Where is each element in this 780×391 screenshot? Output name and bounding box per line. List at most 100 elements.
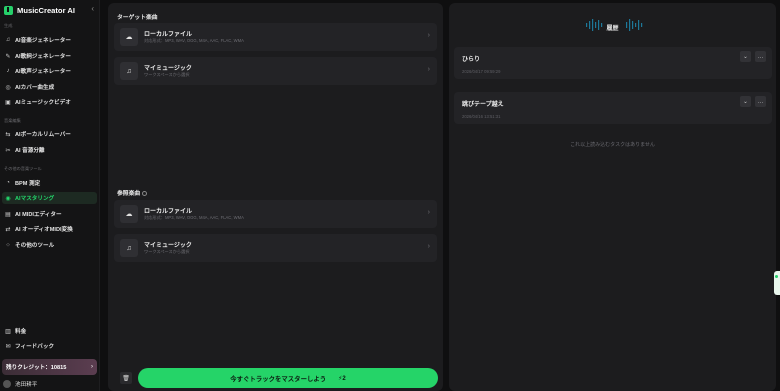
credit-cost-value: 2: [342, 375, 346, 382]
sidebar-item-midi-editor[interactable]: ▤ AI MIDIエディター: [2, 208, 97, 220]
sidebar-item-ai-vocal[interactable]: ♪ AI歌声ジェネレーター: [2, 65, 97, 77]
target-my-music-card[interactable]: ♫ マイミュージック ワークスペースから選択 ›: [114, 57, 437, 85]
chevron-down-icon[interactable]: ⌄: [740, 96, 751, 107]
sidebar-item-label: フィードバック: [15, 344, 55, 350]
action-bar: 🗑 今すぐトラックをマスターしよう ⚡2: [114, 368, 438, 388]
credits-banner[interactable]: 残りクレジット：10815 ›: [2, 359, 97, 375]
bpm-icon: ◔: [6, 180, 10, 186]
history-item-title: ひらり: [462, 57, 481, 63]
app-root: MusicCreator AI ‹ 生成 ♫ AI音楽ジェネレーター ✎ AI歌…: [0, 0, 780, 391]
avatar: [3, 380, 11, 388]
vocal-remover-icon: ⇆: [5, 131, 11, 138]
credit-cost: ⚡2: [338, 375, 346, 382]
music-note-icon: ♫: [5, 37, 11, 43]
pen-icon: ✎: [5, 53, 11, 60]
user-profile[interactable]: 池田耕平: [3, 380, 37, 388]
stem-split-icon: ✂: [5, 147, 11, 154]
upload-cloud-icon: ☁: [120, 28, 138, 46]
target-local-file-card[interactable]: ☁ ローカルファイル 対応形式：MP3, WAV, OGG, M4A, AAC,…: [114, 23, 437, 51]
card-subtitle: ワークスペースから選択: [144, 72, 190, 77]
midi-icon: ▤: [5, 211, 11, 218]
sidebar-item-audio-midi[interactable]: ⇄ AI オーディオMIDI変換: [2, 223, 97, 235]
sidebar-item-feedback[interactable]: ✉ フィードバック: [2, 340, 97, 352]
price-icon: ▥: [5, 328, 11, 335]
upload-cloud-icon: ☁: [120, 205, 138, 223]
sidebar-item-ai-video[interactable]: ▣ AIミュージックビデオ: [2, 96, 97, 108]
sidebar-item-stem-split[interactable]: ✂ AI 音源分離: [2, 144, 97, 156]
card-title: ローカルファイル: [144, 32, 193, 38]
master-button-label: 今すぐトラックをマスターしよう: [230, 375, 327, 383]
more-icon[interactable]: …: [755, 51, 766, 62]
history-item[interactable]: 跳びテープ越え 2026/04/16 13:51:31 ⌄ …: [454, 92, 772, 124]
card-title: ローカルファイル: [144, 209, 193, 215]
sidebar-item-ai-music[interactable]: ♫ AI音楽ジェネレーター: [2, 34, 97, 46]
sidebar-item-label: AIボーカルリムーバー: [15, 132, 71, 138]
chevron-right-icon: ›: [427, 32, 430, 39]
history-title: 履歴: [606, 26, 619, 32]
sidebar-item-label: BPM 測定: [15, 181, 41, 187]
section-label-edit: 音楽編集: [4, 118, 21, 123]
brand[interactable]: MusicCreator AI ‹: [4, 3, 96, 17]
chevron-right-icon: ›: [427, 66, 430, 73]
sidebar-item-label: AI歌詞ジェネレーター: [15, 54, 71, 60]
mic-icon: ♪: [6, 68, 10, 74]
cover-icon: ◎: [5, 84, 11, 91]
feedback-icon: ✉: [5, 343, 11, 350]
card-title: マイミュージック: [144, 243, 192, 249]
chevron-right-icon: ›: [427, 209, 430, 216]
video-icon: ▣: [5, 99, 11, 106]
music-note-icon: ♫: [120, 239, 138, 257]
user-name: 池田耕平: [15, 382, 38, 388]
history-end-message: これ以上読み込むタスクはありません: [570, 142, 655, 148]
card-subtitle: 対応形式：MP3, WAV, OGG, M4A, AAC, FLAC, WMA: [144, 38, 244, 43]
info-icon[interactable]: [142, 190, 148, 196]
logo-icon: [4, 5, 13, 15]
history-item-date: 2026/04/16 13:51:31: [462, 114, 501, 119]
reference-local-file-card[interactable]: ☁ ローカルファイル 対応形式：MP3, WAV, OGG, M4A, AAC,…: [114, 200, 437, 228]
floating-side-tab[interactable]: [774, 271, 780, 295]
sidebar-item-label: AIカバー曲生成: [15, 85, 55, 91]
history-item[interactable]: ひらり 2026/04/17 09:59:29 ⌄ …: [454, 47, 772, 79]
brand-name: MusicCreator AI: [17, 5, 75, 15]
sidebar-item-label: AI 音源分離: [15, 148, 45, 154]
master-track-button[interactable]: 今すぐトラックをマスターしよう ⚡2: [138, 368, 438, 388]
sidebar-item-label: AI音楽ジェネレーター: [15, 38, 71, 44]
chevron-down-icon[interactable]: ⌄: [740, 51, 751, 62]
music-note-icon: ♫: [120, 62, 138, 80]
more-icon[interactable]: …: [755, 96, 766, 107]
sidebar-item-label: 料金: [15, 329, 27, 335]
mastering-panel: ターゲット楽曲 ☁ ローカルファイル 対応形式：MP3, WAV, OGG, M…: [108, 3, 443, 391]
card-subtitle: 対応形式：MP3, WAV, OGG, M4A, AAC, FLAC, WMA: [144, 215, 244, 220]
sidebar-item-bpm[interactable]: ◔ BPM 測定: [2, 177, 97, 189]
chevron-right-icon: ›: [427, 243, 430, 250]
credits-label: 残りクレジット：10815: [6, 365, 67, 371]
sidebar-item-ai-lyrics[interactable]: ✎ AI歌詞ジェネレーター: [2, 50, 97, 62]
sidebar-item-ai-cover[interactable]: ◎ AIカバー曲生成: [2, 81, 97, 93]
sidebar-item-label: その他のツール: [15, 243, 55, 249]
collapse-sidebar-icon[interactable]: ‹: [91, 4, 94, 13]
trash-icon[interactable]: 🗑: [120, 372, 132, 384]
sidebar-item-vocal-remover[interactable]: ⇆ AIボーカルリムーバー: [2, 128, 97, 140]
history-item-date: 2026/04/17 09:59:29: [462, 69, 501, 74]
card-subtitle: ワークスペースから選択: [144, 249, 190, 254]
reference-my-music-card[interactable]: ♫ マイミュージック ワークスペースから選択 ›: [114, 234, 437, 262]
sidebar-item-label: AIミュージックビデオ: [15, 100, 71, 106]
chevron-right-icon: ›: [91, 364, 93, 370]
history-panel: 履歴 ひらり 2026/04/17 09:59:29 ⌄ … 跳びテープ越え 2…: [449, 3, 776, 391]
history-item-title: 跳びテープ越え: [462, 102, 504, 108]
reference-track-title: 参照楽曲: [117, 188, 148, 197]
audio-midi-icon: ⇄: [5, 226, 11, 233]
sidebar: MusicCreator AI ‹ 生成 ♫ AI音楽ジェネレーター ✎ AI歌…: [0, 0, 100, 391]
reference-title-text: 参照楽曲: [117, 191, 141, 197]
sidebar-item-label: AI歌声ジェネレーター: [15, 69, 71, 75]
section-label-other: その他の音楽ツール: [4, 166, 42, 171]
section-label-generate: 生成: [4, 23, 13, 28]
target-track-title: ターゲット楽曲: [117, 15, 158, 21]
mastering-icon: ◉: [5, 195, 11, 202]
sidebar-item-pricing[interactable]: ▥ 料金: [2, 325, 97, 337]
sidebar-item-label: AI MIDIエディター: [15, 212, 62, 218]
more-tools-icon: ⁘: [5, 242, 11, 249]
sidebar-item-mastering[interactable]: ◉ AIマスタリング: [2, 192, 97, 204]
sidebar-item-more-tools[interactable]: ⁘ その他のツール: [2, 239, 97, 251]
card-title: マイミュージック: [144, 66, 192, 72]
